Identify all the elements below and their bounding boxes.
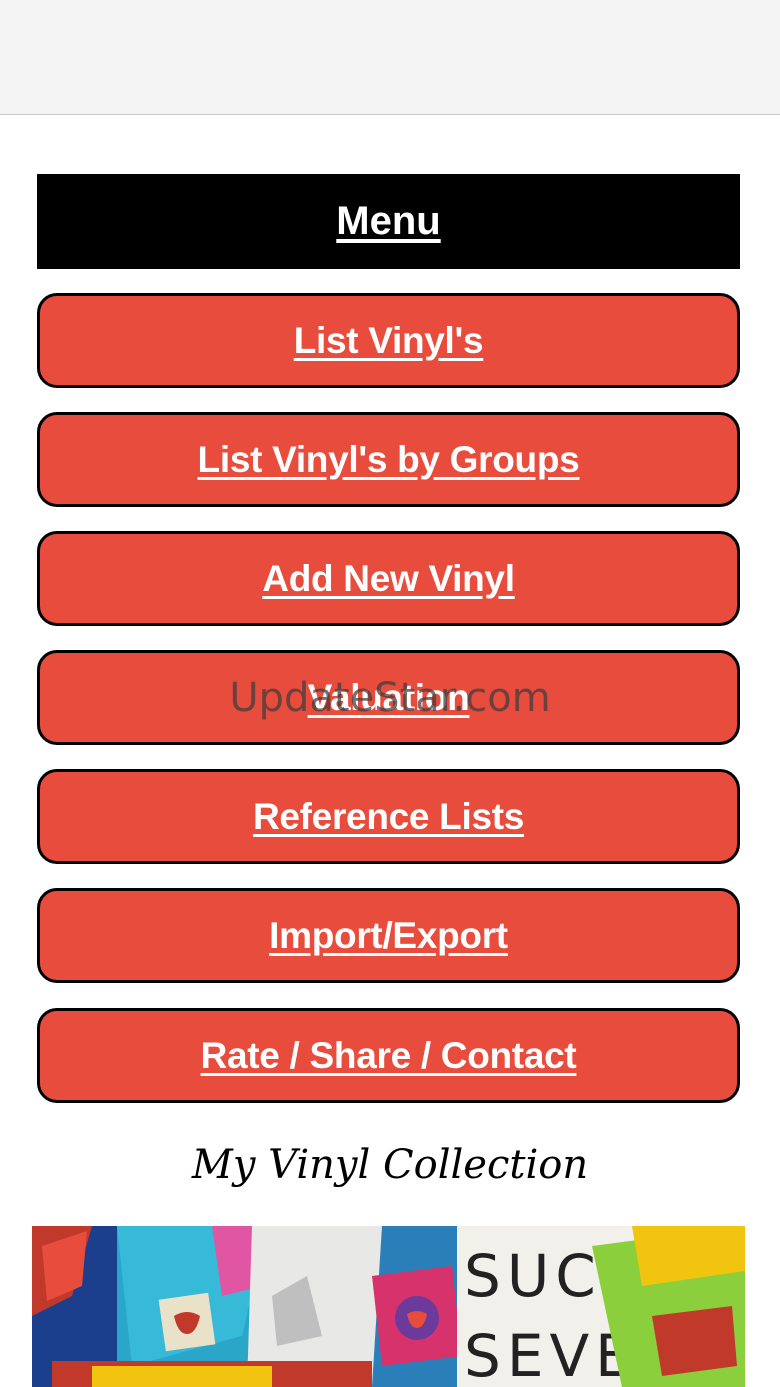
list-vinyls-by-groups-button[interactable]: List Vinyl's by Groups: [37, 412, 740, 507]
album-collage-graphic: SUCKIN SEVEN: [32, 1226, 745, 1387]
menu-header: Menu: [37, 174, 740, 269]
list-vinyls-button[interactable]: List Vinyl's: [37, 293, 740, 388]
list-vinyls-by-groups-label: List Vinyl's by Groups: [197, 438, 580, 480]
rate-share-contact-button[interactable]: Rate / Share / Contact: [37, 1008, 740, 1103]
menu-title: Menu: [336, 199, 441, 243]
import-export-button[interactable]: Import/Export: [37, 888, 740, 983]
add-new-vinyl-label: Add New Vinyl: [262, 557, 515, 599]
collection-title: My Vinyl Collection: [191, 1142, 589, 1188]
rate-share-contact-label: Rate / Share / Contact: [200, 1034, 577, 1076]
list-vinyls-label: List Vinyl's: [293, 319, 484, 361]
valuation-button[interactable]: Valuation: [37, 650, 740, 745]
reference-lists-button[interactable]: Reference Lists: [37, 769, 740, 864]
reference-lists-label: Reference Lists: [252, 795, 525, 837]
valuation-label: Valuation: [307, 676, 470, 718]
import-export-label: Import/Export: [269, 914, 508, 956]
album-collage-image: SUCKIN SEVEN: [32, 1226, 745, 1387]
app-top-bar: [0, 0, 780, 115]
add-new-vinyl-button[interactable]: Add New Vinyl: [37, 531, 740, 626]
